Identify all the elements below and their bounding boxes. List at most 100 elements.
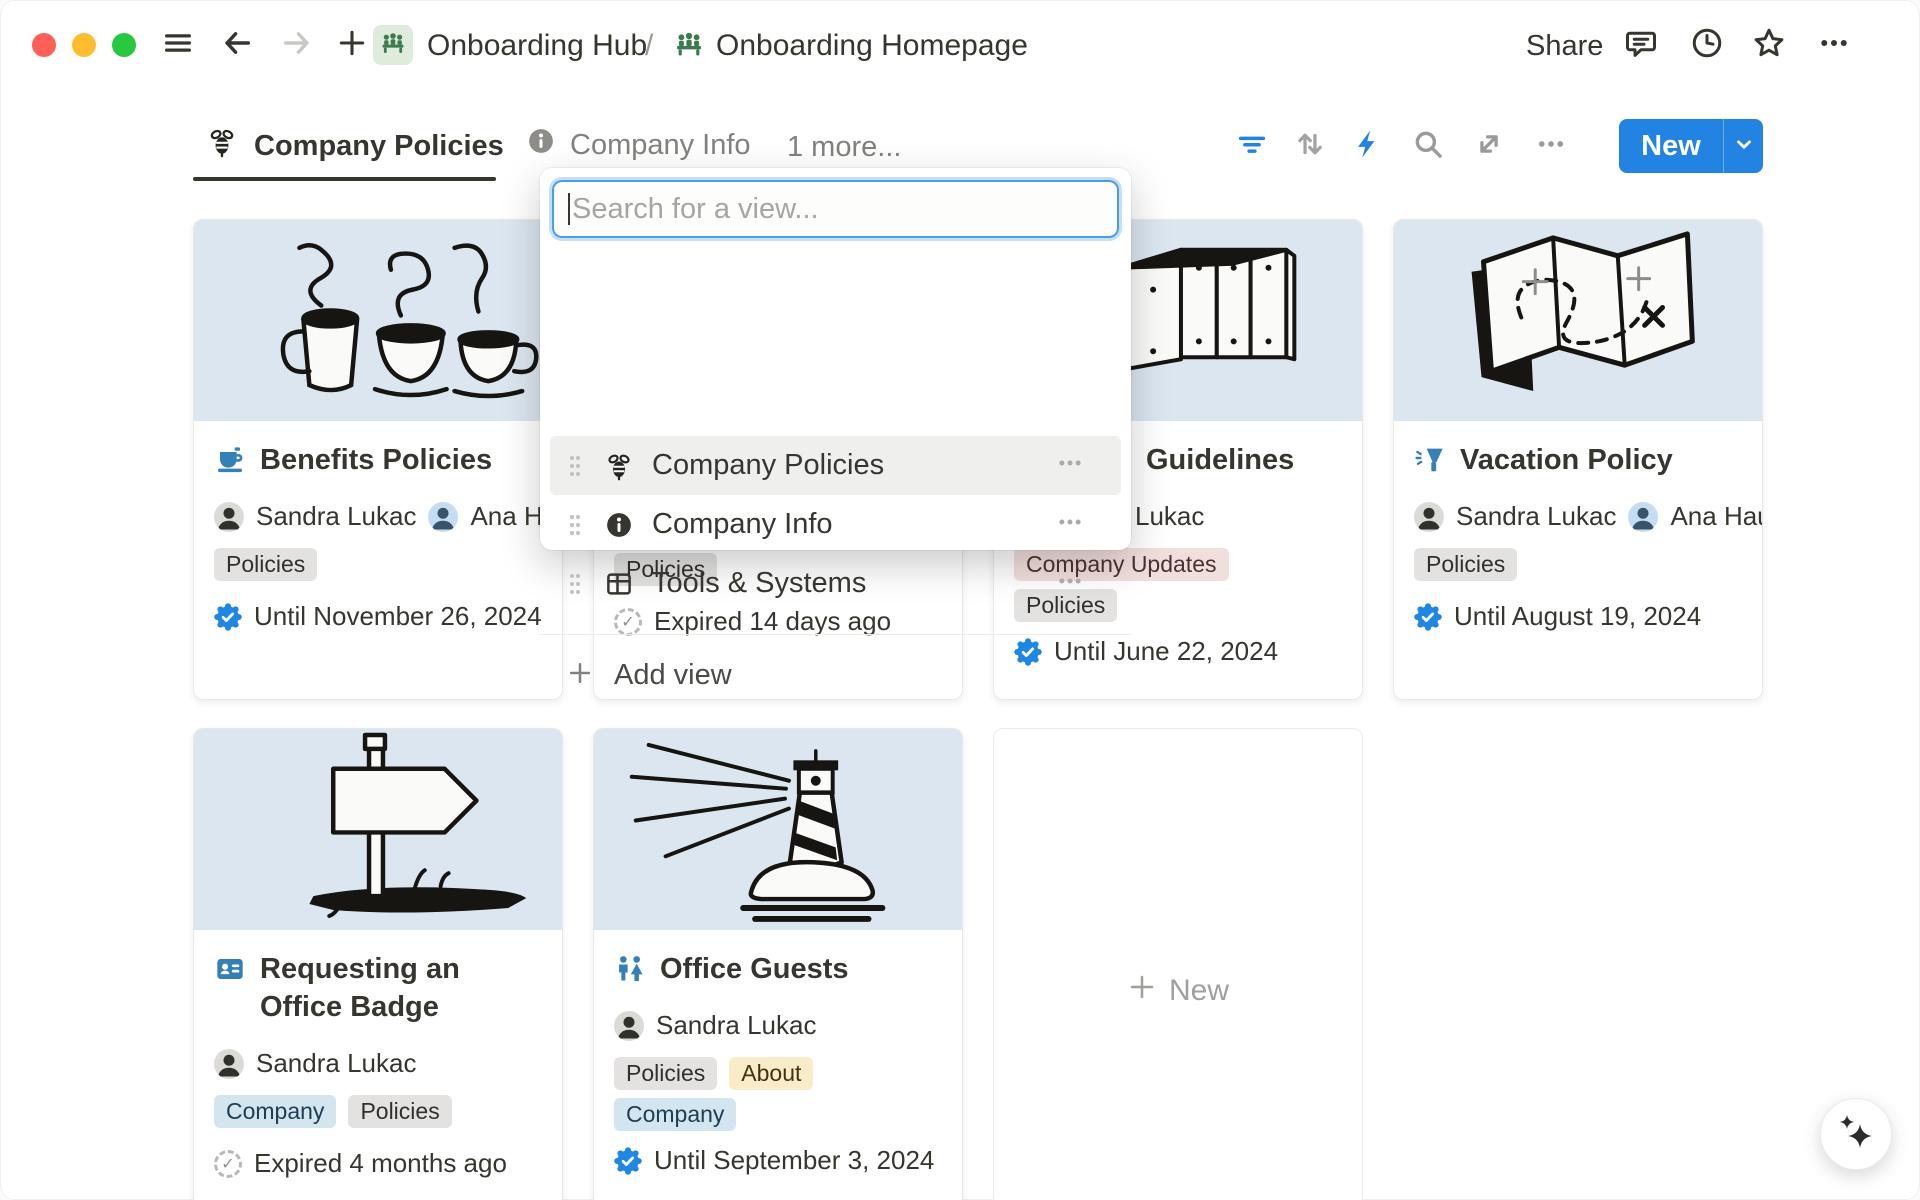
- lighthouse-illustration: [594, 729, 962, 928]
- expand-view-button[interactable]: [1471, 128, 1507, 164]
- view-item-options-button[interactable]: [1055, 448, 1085, 483]
- arrow-left-icon: [220, 26, 254, 65]
- bee-icon: [604, 451, 634, 481]
- person-name: Lukac: [1135, 501, 1204, 532]
- info-icon: [604, 510, 634, 540]
- drag-handle-icon[interactable]: [568, 571, 582, 597]
- minimize-window-button[interactable]: [72, 33, 96, 57]
- view-menu-item-tools-systems[interactable]: Tools & Systems: [550, 554, 1121, 613]
- text-caret: [568, 193, 570, 225]
- new-button-dropdown[interactable]: [1724, 131, 1763, 162]
- view-item-label: Company Policies: [652, 449, 884, 482]
- tag: About: [729, 1057, 813, 1090]
- automations-button[interactable]: [1350, 128, 1386, 164]
- info-icon: [526, 126, 556, 164]
- new-page-button[interactable]: [335, 28, 369, 62]
- status-text: Expired 4 months ago: [254, 1148, 507, 1179]
- card-title-row: Vacation Policy: [1414, 441, 1742, 479]
- favorite-button[interactable]: [1750, 26, 1788, 64]
- sort-button[interactable]: [1292, 128, 1328, 164]
- view-item-label: Company Info: [652, 508, 833, 541]
- ai-assistant-button[interactable]: [1820, 1098, 1892, 1170]
- status-text: Until November 26, 2024: [254, 601, 542, 632]
- plus-icon: [566, 659, 594, 692]
- card-people: Sandra Lukac: [214, 1048, 562, 1079]
- gallery-card-office-badge[interactable]: Requesting an Office Badge Sandra Lukac …: [193, 728, 563, 1200]
- new-button-label: New: [1619, 130, 1723, 163]
- card-cover: [194, 220, 562, 421]
- breadcrumb-separator: /: [645, 29, 653, 63]
- card-tags: Policies About: [614, 1057, 942, 1090]
- more-tabs-button[interactable]: 1 more...: [787, 131, 901, 164]
- card-title: Office Guests: [660, 950, 849, 988]
- view-item-options-button[interactable]: [1055, 566, 1085, 601]
- comments-button[interactable]: [1622, 26, 1660, 64]
- breadcrumb-hub-item[interactable]: [373, 25, 413, 65]
- card-status: Until August 19, 2024: [1414, 601, 1742, 632]
- badge-icon: [214, 953, 246, 985]
- filter-button[interactable]: [1234, 128, 1270, 164]
- view-options-button[interactable]: [1533, 128, 1569, 164]
- avatar: [428, 502, 458, 532]
- navigate-forward-button[interactable]: [280, 28, 314, 62]
- tab-company-info[interactable]: Company Info: [526, 126, 751, 164]
- verified-badge-icon: [614, 1147, 642, 1175]
- page-options-button[interactable]: [1815, 26, 1853, 64]
- search-view-input[interactable]: [572, 193, 1103, 226]
- avatar: [1628, 502, 1658, 532]
- avatar: [214, 502, 244, 532]
- history-button[interactable]: [1688, 26, 1726, 64]
- breadcrumb-page-item[interactable]: [671, 28, 707, 64]
- view-menu-item-company-policies[interactable]: Company Policies: [550, 436, 1121, 495]
- status-text: Until September 3, 2024: [654, 1145, 934, 1176]
- table-icon: [604, 569, 634, 599]
- view-search-field[interactable]: [554, 182, 1117, 236]
- close-window-button[interactable]: [32, 33, 56, 57]
- search-view-button[interactable]: [1410, 128, 1446, 164]
- signpost-illustration: [194, 729, 562, 928]
- breadcrumb-hub-label[interactable]: Onboarding Hub: [427, 29, 647, 63]
- drag-handle-icon[interactable]: [568, 512, 582, 538]
- gallery-card-vacation-policy[interactable]: Vacation Policy Sandra Lukac Ana Hau Pol…: [1393, 219, 1763, 700]
- tab-company-policies[interactable]: Company Policies: [206, 126, 504, 166]
- avatar: [214, 1049, 244, 1079]
- team-icon: [379, 29, 407, 62]
- new-card-placeholder[interactable]: New: [993, 728, 1363, 1200]
- navigate-back-button[interactable]: [220, 28, 254, 62]
- sort-arrows-icon: [1293, 127, 1327, 166]
- card-tags: Company: [614, 1098, 942, 1131]
- star-icon: [1751, 25, 1787, 66]
- avatar: [1414, 502, 1444, 532]
- zoom-window-button[interactable]: [112, 33, 136, 57]
- share-button[interactable]: Share: [1526, 30, 1603, 63]
- team-icon: [673, 28, 705, 65]
- person-name: Sandra Lukac: [256, 501, 416, 532]
- status-text: Until August 19, 2024: [1454, 601, 1701, 632]
- add-view-button[interactable]: Add view: [550, 646, 1121, 704]
- drag-handle-icon[interactable]: [568, 453, 582, 479]
- lightning-icon: [1351, 127, 1385, 166]
- tag: Company: [214, 1095, 336, 1128]
- chevron-down-icon: [1731, 131, 1757, 162]
- card-people: Lukac: [1135, 501, 1362, 532]
- card-title: Guidelines: [1146, 441, 1294, 479]
- card-title-row: Guidelines: [1146, 441, 1342, 479]
- tab-label: Company Info: [570, 129, 751, 162]
- gallery-card-office-guests[interactable]: Office Guests Sandra Lukac Policies Abou…: [593, 728, 963, 1200]
- verified-badge-icon: [1414, 603, 1442, 631]
- new-record-button[interactable]: New: [1619, 119, 1763, 173]
- tag: Company: [614, 1098, 736, 1131]
- tab-label: Company Policies: [254, 130, 504, 163]
- view-item-options-button[interactable]: [1055, 507, 1085, 542]
- clock-icon: [1689, 25, 1725, 66]
- sidebar-menu-button[interactable]: [161, 28, 195, 62]
- expand-diagonal-icon: [1472, 127, 1506, 166]
- breadcrumb-page-label[interactable]: Onboarding Homepage: [716, 29, 1028, 63]
- view-menu-item-company-info[interactable]: Company Info: [550, 495, 1121, 554]
- card-cover: [1394, 220, 1762, 421]
- expired-check-icon: ✓: [214, 1150, 242, 1178]
- add-view-label: Add view: [614, 659, 732, 692]
- gallery-card-benefits-policies[interactable]: Benefits Policies Sandra Lukac Ana Ha Po…: [193, 219, 563, 700]
- search-icon: [1411, 127, 1445, 166]
- card-title: Benefits Policies: [260, 441, 492, 479]
